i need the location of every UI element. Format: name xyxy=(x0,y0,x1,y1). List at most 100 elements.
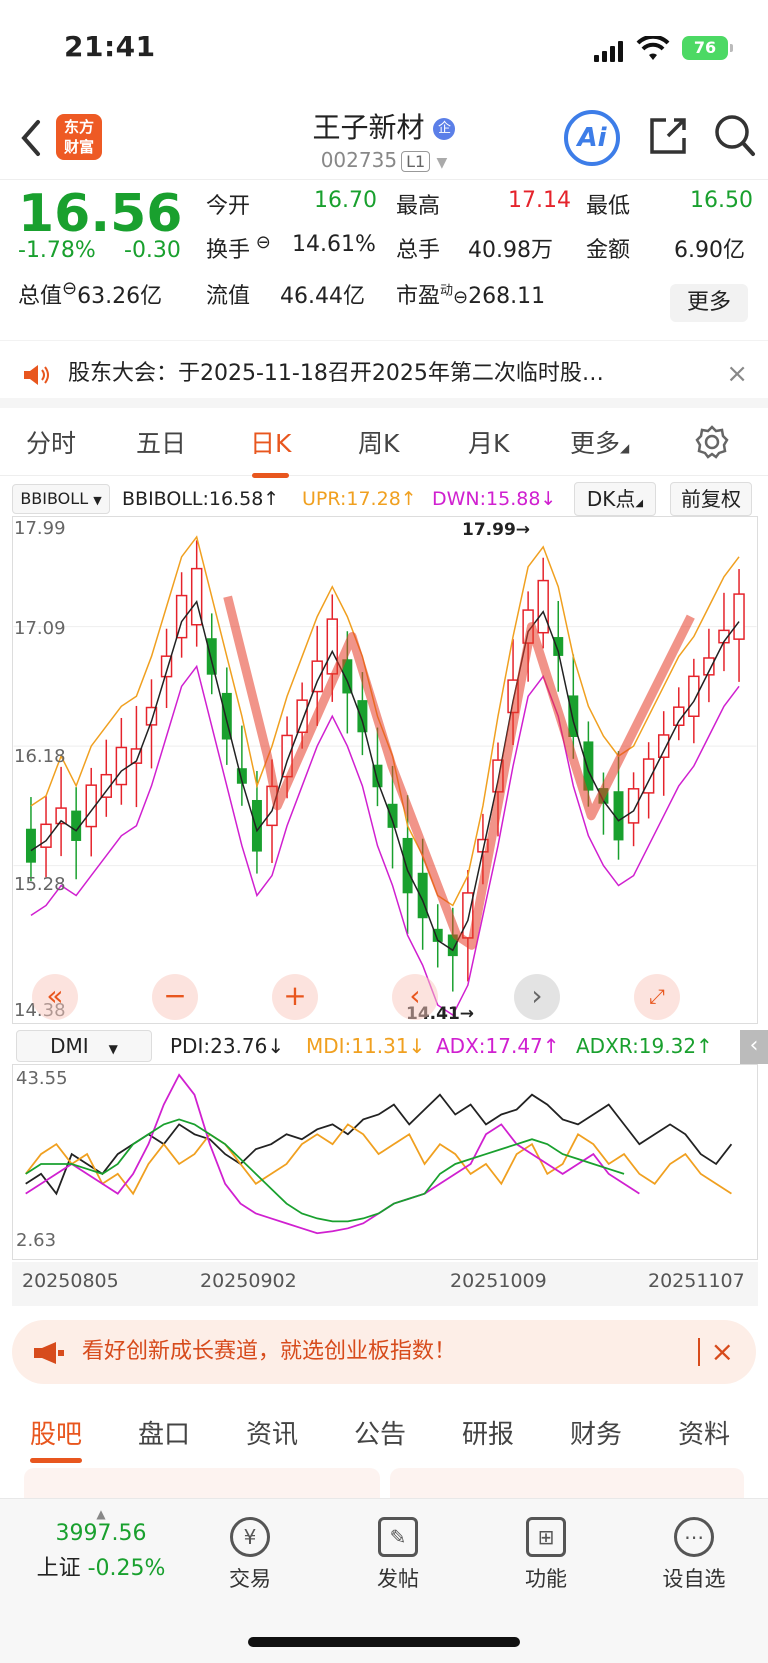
volume-value: 40.98万 xyxy=(468,238,553,263)
y-label-max: 17.99 xyxy=(14,518,66,539)
chevron-down-icon: ▼ xyxy=(436,155,448,171)
change-percent: -1.78% xyxy=(18,238,96,263)
tab-daily-k[interactable]: 日K xyxy=(250,424,291,478)
nav-functions[interactable]: ⊞ 功能 xyxy=(486,1517,606,1593)
home-indicator xyxy=(248,1637,520,1647)
notice-text: 股东大会：于2025-11-18召开2025年第二次临时股… xyxy=(68,361,604,386)
candle xyxy=(537,579,549,634)
ai-button[interactable]: Ai xyxy=(564,110,620,166)
index-name: 上证 xyxy=(36,1556,81,1581)
tab-news[interactable]: 资讯 xyxy=(246,1414,298,1451)
upr-line xyxy=(30,535,740,907)
change-value: -0.30 xyxy=(124,238,181,263)
adxr-value: ADXR:19.32↑ xyxy=(576,1034,713,1058)
notice-bar[interactable]: 股东大会：于2025-11-18召开2025年第二次临时股… × xyxy=(0,340,768,408)
zoom-out-button[interactable]: − xyxy=(152,974,198,1020)
low-label: 最低 xyxy=(586,194,631,219)
candle xyxy=(357,700,368,733)
candle xyxy=(733,593,745,640)
volume-label: 总手 xyxy=(396,238,441,263)
ad-text: 看好创新成长赛道，就选创业板指数！ xyxy=(82,1339,457,1364)
zoom-in-button[interactable]: + xyxy=(272,974,318,1020)
quote-panel: 16.56 -1.78% -0.30 今开 16.70 最高 17.14 最低 … xyxy=(0,180,768,340)
tab-five-day[interactable]: 五日 xyxy=(136,424,186,460)
tab-announcement[interactable]: 公告 xyxy=(354,1414,406,1451)
mktcap-label: 总值⊖63.26亿 xyxy=(18,278,163,309)
grid-icon: ⊞ xyxy=(526,1517,566,1557)
search-icon[interactable] xyxy=(712,112,756,160)
bbiboll-line xyxy=(30,599,740,952)
dmi-chart[interactable] xyxy=(12,1064,758,1260)
speaker-icon xyxy=(24,365,49,385)
index-value: 3997.56 xyxy=(55,1521,147,1546)
battery-icon: 76 xyxy=(682,36,733,60)
info-icon: ⊖ xyxy=(62,278,78,299)
collapse-left-icon[interactable]: ‹ xyxy=(740,1030,768,1064)
bbiboll-value: BBIBOLL:16.58↑ xyxy=(122,488,280,510)
ad-banner[interactable]: 看好创新成长赛道，就选创业板指数！ × xyxy=(12,1320,756,1384)
y-label-2: 17.09 xyxy=(14,618,66,639)
close-icon[interactable]: × xyxy=(726,341,748,407)
tab-more[interactable]: 更多◢ xyxy=(570,424,629,460)
more-dots-icon: ⋯ xyxy=(674,1517,714,1557)
settings-gear-icon[interactable] xyxy=(694,424,730,460)
content-tabs: 股吧 盘口 资讯 公告 研报 财务 资料 xyxy=(0,1400,768,1463)
turnover-value: 14.61% xyxy=(292,232,376,257)
close-icon[interactable]: × xyxy=(711,1320,734,1384)
turnover-label: 换手 ⊖ xyxy=(206,232,271,263)
nav-trade[interactable]: ¥ 交易 xyxy=(190,1517,310,1593)
index-change: -0.25% xyxy=(87,1556,166,1581)
amount-value: 6.90亿 xyxy=(674,238,745,263)
low-value: 16.50 xyxy=(690,188,753,213)
dmi-label-min: 2.63 xyxy=(16,1230,57,1251)
info-icon: ⊖ xyxy=(453,287,469,308)
adxr-line xyxy=(25,1118,625,1223)
pdi-line xyxy=(25,1093,733,1196)
amount-label: 金额 xyxy=(586,238,631,263)
scroll-left-fast-icon[interactable]: « xyxy=(32,974,78,1020)
chart-tabs: 分时 五日 日K 周K 月K 更多◢ xyxy=(0,410,768,478)
open-value: 16.70 xyxy=(314,188,377,213)
tab-pankou[interactable]: 盘口 xyxy=(138,1414,190,1451)
candle xyxy=(311,660,323,693)
megaphone-icon xyxy=(34,1342,64,1364)
tab-fenshi[interactable]: 分时 xyxy=(26,424,76,460)
indicator-selector[interactable]: BBIBOLL ▼ xyxy=(12,484,110,514)
more-button[interactable]: 更多 xyxy=(670,284,748,322)
candle xyxy=(25,828,36,863)
tab-research[interactable]: 研报 xyxy=(462,1414,514,1451)
kline-chart[interactable] xyxy=(12,516,758,1024)
nav-post[interactable]: ✎ 发帖 xyxy=(338,1517,458,1593)
adjust-button[interactable]: 前复权 xyxy=(670,482,752,516)
candle xyxy=(657,734,670,758)
candle xyxy=(115,746,128,786)
tab-monthly-k[interactable]: 月K xyxy=(468,424,509,460)
tab-guba[interactable]: 股吧 xyxy=(30,1414,83,1463)
feed-peek xyxy=(24,1468,744,1500)
adx-value: ADX:17.47↑ xyxy=(436,1034,560,1058)
dk-point-button[interactable]: DK点◢ xyxy=(574,482,656,516)
share-icon[interactable] xyxy=(646,114,690,158)
yen-icon: ¥ xyxy=(230,1517,270,1557)
y-label-4: 15.28 xyxy=(14,874,66,895)
fullscreen-icon[interactable]: ⤢ xyxy=(634,974,680,1020)
main-indicator-row: BBIBOLL ▼ BBIBOLL:16.58↑ UPR:17.28↑ DWN:… xyxy=(0,482,768,518)
mdi-line xyxy=(24,1123,732,1196)
scroll-right-icon[interactable]: › xyxy=(514,974,560,1020)
status-bar: 21:41 76 xyxy=(0,0,768,96)
x-axis: 20250805 20250902 20251009 20251107 xyxy=(12,1262,758,1306)
sub-indicator-selector[interactable]: DMI ▼ xyxy=(16,1030,152,1062)
tab-weekly-k[interactable]: 周K xyxy=(358,424,399,460)
candle xyxy=(296,699,308,734)
index-ticker[interactable]: ▲ 3997.56 上证 -0.25% xyxy=(26,1507,176,1582)
scroll-left-icon[interactable]: ‹ xyxy=(392,974,438,1020)
candle xyxy=(688,675,700,717)
candle xyxy=(627,788,640,824)
dwn-line xyxy=(30,664,740,1017)
tab-finance[interactable]: 财务 xyxy=(570,1414,622,1451)
edit-icon: ✎ xyxy=(378,1517,418,1557)
candle xyxy=(206,638,217,675)
max-annotation: 17.99→ xyxy=(462,520,531,540)
nav-watchlist[interactable]: ⋯ 设自选 xyxy=(634,1517,754,1593)
tab-profile[interactable]: 资料 xyxy=(678,1414,730,1451)
